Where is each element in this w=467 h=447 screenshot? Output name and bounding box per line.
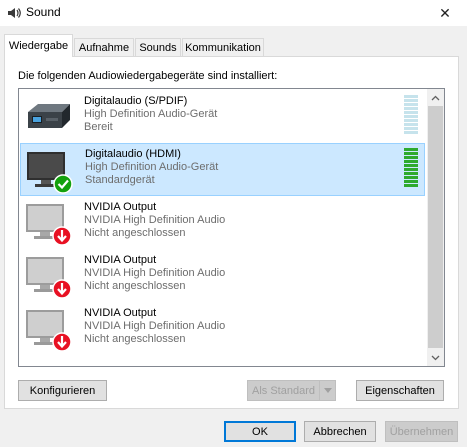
device-description: NVIDIA High Definition Audio	[84, 214, 226, 226]
tab-aufnahme[interactable]: Aufnahme	[74, 38, 134, 56]
set-default-button[interactable]: Als Standard	[247, 380, 336, 401]
scroll-down-button[interactable]	[427, 349, 444, 366]
monitor-disconnected-icon	[26, 204, 72, 246]
list-item[interactable]: NVIDIA Output NVIDIA High Definition Aud…	[20, 249, 425, 302]
list-item[interactable]: NVIDIA Output NVIDIA High Definition Aud…	[20, 302, 425, 355]
device-name: Digitalaudio (S/PDIF)	[84, 95, 188, 107]
close-icon: ✕	[439, 4, 451, 21]
device-status: Nicht angeschlossen	[84, 280, 186, 292]
device-list[interactable]: Digitalaudio (S/PDIF) High Definition Au…	[18, 88, 445, 367]
list-item-selected[interactable]: Digitalaudio (HDMI) High Definition Audi…	[20, 143, 425, 196]
chevron-down-icon	[323, 388, 332, 393]
device-name: NVIDIA Output	[84, 201, 157, 213]
apply-button[interactable]: Übernehmen	[385, 421, 458, 442]
panel-heading: Die folgenden Audiowiedergabegeräte sind…	[18, 70, 278, 82]
monitor-default-icon	[27, 152, 73, 194]
level-meter	[404, 95, 418, 134]
tab-sounds[interactable]: Sounds	[135, 38, 181, 56]
scroll-up-button[interactable]	[427, 89, 444, 106]
scroll-thumb[interactable]	[428, 106, 443, 348]
device-description: High Definition Audio-Gerät	[84, 108, 218, 120]
chevron-up-icon	[431, 95, 440, 100]
set-default-dropdown[interactable]	[319, 381, 335, 400]
monitor-disconnected-icon	[26, 257, 72, 299]
spdif-device-icon	[28, 104, 70, 128]
device-name: NVIDIA Output	[84, 307, 157, 319]
properties-button[interactable]: Eigenschaften	[356, 380, 444, 401]
vertical-scrollbar[interactable]	[427, 89, 444, 366]
close-button[interactable]: ✕	[423, 0, 467, 26]
cancel-button[interactable]: Abbrechen	[304, 421, 376, 442]
list-item[interactable]: NVIDIA Output NVIDIA High Definition Aud…	[20, 196, 425, 249]
ok-button[interactable]: OK	[224, 421, 296, 442]
device-status: Bereit	[84, 121, 113, 133]
playback-panel: Die folgenden Audiowiedergabegeräte sind…	[4, 56, 459, 409]
title-bar: Sound ✕	[0, 0, 467, 26]
device-name: Digitalaudio (HDMI)	[85, 148, 181, 160]
chevron-down-icon	[431, 355, 440, 360]
configure-button[interactable]: Konfigurieren	[18, 380, 107, 401]
list-item[interactable]: Digitalaudio (S/PDIF) High Definition Au…	[20, 90, 425, 143]
tab-wiedergabe[interactable]: Wiedergabe	[4, 34, 73, 57]
monitor-disconnected-icon	[26, 310, 72, 352]
device-description: NVIDIA High Definition Audio	[84, 320, 226, 332]
tab-kommunikation[interactable]: Kommunikation	[182, 38, 264, 56]
device-description: High Definition Audio-Gerät	[85, 161, 219, 173]
speaker-icon	[8, 8, 21, 18]
window-title: Sound	[26, 5, 61, 19]
device-name: NVIDIA Output	[84, 254, 157, 266]
device-status: Nicht angeschlossen	[84, 333, 186, 345]
device-description: NVIDIA High Definition Audio	[84, 267, 226, 279]
device-status: Nicht angeschlossen	[84, 227, 186, 239]
level-meter	[404, 148, 418, 187]
device-status: Standardgerät	[85, 174, 155, 186]
